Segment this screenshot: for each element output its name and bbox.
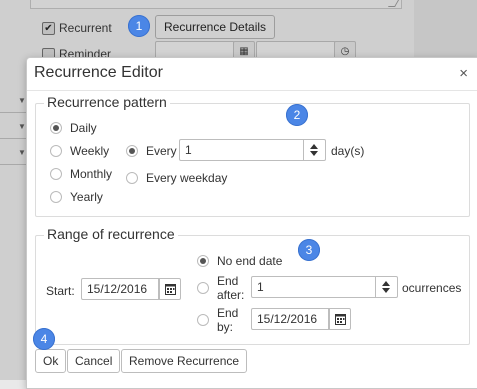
background-textarea [30,0,402,9]
ok-button[interactable]: Ok [35,349,67,373]
range-of-recurrence-legend: Range of recurrence [44,226,178,242]
end-after-stepper[interactable] [376,276,398,298]
increment-arrow-icon[interactable] [382,281,390,286]
monthly-label: Monthly [70,167,113,181]
dialog-header: Recurrence Editor × [27,58,477,91]
end-after-label-line1: End [217,274,239,288]
yearly-label: Yearly [70,190,103,204]
radio-every-n-days[interactable] [126,145,138,157]
radio-end-by[interactable] [197,314,209,326]
caret-down-icon: ▼ [18,122,26,131]
dialog-title: Recurrence Editor [34,64,163,81]
calendar-icon [165,284,176,295]
caret-down-icon: ▼ [18,96,26,105]
end-by-date-input[interactable]: 15/12/2016 [251,308,329,330]
radio-end-after[interactable] [197,282,209,294]
cancel-button[interactable]: Cancel [67,349,121,373]
caret-down-icon: ▼ [18,148,26,157]
end-after-label: End after: [217,274,244,302]
resize-handle-icon [387,0,400,7]
range-of-recurrence-group: Range of recurrence Start: 15/12/2016 No… [35,226,470,345]
no-end-date-label: No end date [217,254,283,268]
days-unit-label: day(s) [331,144,365,158]
occurrences-label: ocurrences [402,281,462,295]
end-after-label-line2: after: [217,288,245,302]
decrement-arrow-icon[interactable] [310,151,318,156]
every-label: Every [146,144,177,158]
annotation-badge-4: 4 [33,328,55,350]
background-row: ▼ [0,96,26,113]
annotation-badge-1: 1 [128,15,150,37]
radio-no-end-date[interactable] [197,255,209,267]
annotation-badge-3: 3 [298,239,320,261]
radio-weekly[interactable] [50,145,62,157]
end-by-label: End by: [217,306,238,334]
radio-every-weekday[interactable] [126,172,138,184]
remove-recurrence-button[interactable]: Remove Recurrence [121,349,248,373]
start-label: Start: [46,284,75,298]
recurrence-pattern-legend: Recurrence pattern [44,94,170,110]
background-row: ▼ [0,148,26,165]
end-by-calendar-button[interactable] [329,308,351,330]
calendar-icon [335,314,346,325]
end-by-label-line1: End [217,306,239,320]
start-calendar-button[interactable] [159,278,181,300]
every-days-input[interactable]: 1 [179,139,304,161]
start-date-input[interactable]: 15/12/2016 [81,278,159,300]
recurrence-editor-dialog: Recurrence Editor × Recurrence pattern D… [26,57,477,389]
end-by-label-line2: by: [217,320,234,334]
weekly-label: Weekly [70,144,110,158]
radio-daily[interactable] [50,122,62,134]
radio-monthly[interactable] [50,168,62,180]
close-icon[interactable]: × [459,65,468,82]
daily-label: Daily [70,121,97,135]
increment-arrow-icon[interactable] [310,144,318,149]
every-days-stepper[interactable] [304,139,326,161]
recurrent-label: Recurrent [59,21,112,35]
recurrence-details-button[interactable]: Recurrence Details [155,15,276,39]
every-weekday-label: Every weekday [146,171,228,185]
background-row: ▼ [0,122,26,139]
recurrence-pattern-group: Recurrence pattern Daily Weekly Monthly … [35,94,470,217]
end-after-input[interactable]: 1 [251,276,376,298]
radio-yearly[interactable] [50,191,62,203]
annotation-badge-2: 2 [286,104,308,126]
recurrent-checkbox[interactable]: ✔ [42,22,55,35]
decrement-arrow-icon[interactable] [382,288,390,293]
